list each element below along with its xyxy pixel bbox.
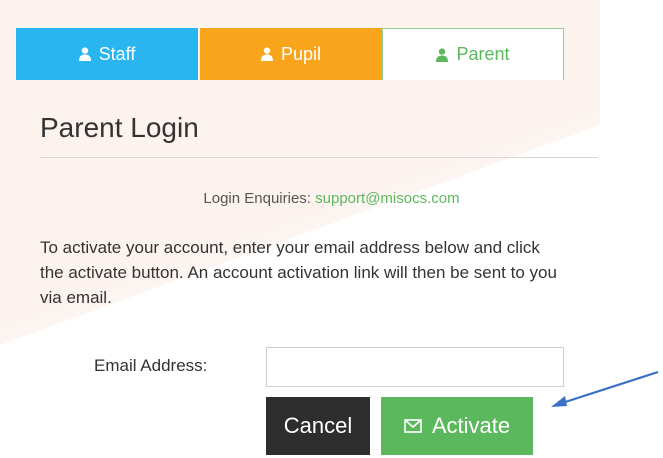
tab-parent[interactable]: Parent [382, 28, 564, 80]
activate-label: Activate [431, 413, 511, 438]
tab-pupil[interactable]: Pupil [200, 28, 382, 80]
page-title: Parent Login [40, 112, 199, 143]
user-icon [436, 47, 449, 62]
user-icon [260, 47, 273, 61]
title-divider [40, 157, 598, 158]
user-icon [78, 47, 91, 61]
email-label: Email Address: [94, 356, 208, 375]
email-field[interactable] [266, 347, 564, 387]
tab-label: Staff [98, 43, 136, 64]
cancel-button[interactable]: Cancel [266, 397, 370, 455]
activate-button[interactable]: Activate [381, 397, 533, 455]
login-type-tabs: Staff Pupil Parent [16, 28, 564, 80]
arrow-pointer-icon [551, 370, 659, 407]
tab-staff[interactable]: Staff [16, 28, 198, 80]
tab-label: Parent [456, 44, 510, 64]
login-enquiries: Login Enquiries: support@misocs.com [0, 190, 663, 207]
envelope-icon [404, 419, 422, 433]
tab-label: Pupil [280, 43, 322, 64]
support-email-link[interactable]: support@misocs.com [315, 190, 459, 207]
enquiries-label: Login Enquiries: [203, 190, 311, 207]
activation-instructions: To activate your account, enter your ema… [40, 238, 557, 307]
